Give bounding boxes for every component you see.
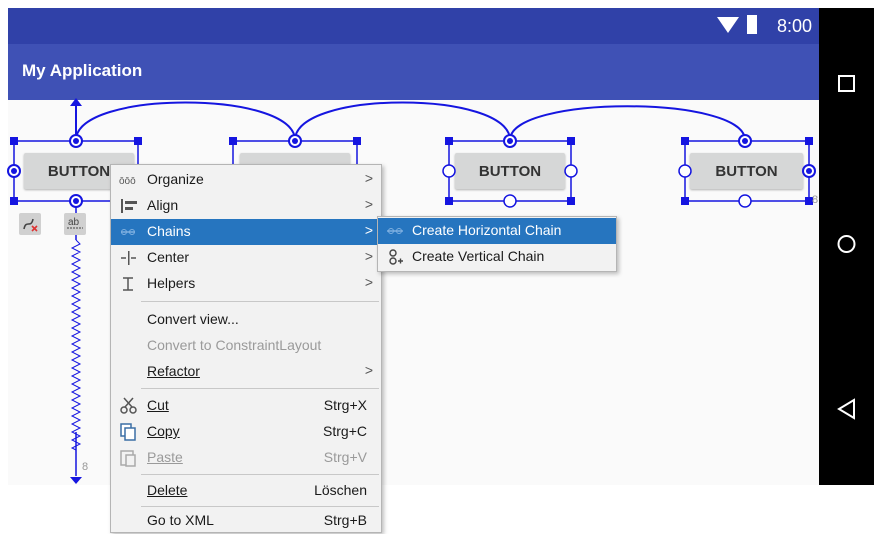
menu-separator [141,388,379,389]
chevron-right-icon: > [364,362,373,378]
selection-box [448,140,572,202]
menu-item-organize[interactable]: ōōō Organize > [111,167,381,193]
menu-item-refactor[interactable]: Refactor > [111,359,381,385]
helpers-icon [123,277,133,291]
menu-item-create-vertical-chain[interactable]: Create Vertical Chain [378,244,616,270]
arrow-up-icon [70,98,82,106]
chains-submenu: Create Horizontal Chain Create Vertical … [377,216,617,272]
copy-icon [120,423,136,441]
menu-item-convert-view[interactable]: Convert view... [111,307,381,333]
cut-icon [120,397,137,414]
recents-icon[interactable] [838,75,855,92]
menu-item-helpers[interactable]: Helpers > [111,271,381,297]
chain-link [294,101,511,141]
spring-constraint [70,239,82,451]
menu-item-paste: Paste Strg+V [111,445,381,471]
chevron-right-icon: > [364,170,373,186]
clear-constraints-button[interactable] [19,213,41,235]
baseline-button[interactable]: ab [64,213,86,235]
menu-item-align[interactable]: Align > [111,193,381,219]
chevron-right-icon: > [364,222,373,238]
organize-icon: ōōō [119,176,136,187]
menu-separator [141,506,379,507]
margin-label-right: 8 [812,194,818,206]
context-menu: ōōō Organize > Align > Chains > Center >… [110,164,382,533]
menu-item-delete[interactable]: Delete Löschen [111,478,381,504]
menu-separator [141,301,379,302]
chains-icon [121,229,135,235]
paste-icon [120,450,136,467]
svg-text:ōōō: ōōō [119,176,136,187]
chain-link [75,101,296,141]
menu-item-center[interactable]: Center > [111,245,381,271]
chevron-right-icon: > [364,248,373,264]
menu-item-chains[interactable]: Chains > [111,219,381,245]
menu-item-convert-constraintlayout: Convert to ConstraintLayout [147,337,322,353]
baseline-icon: ab [67,217,83,229]
menu-item-create-horizontal-chain[interactable]: Create Horizontal Chain [378,218,616,244]
horizontal-chain-icon [387,228,403,234]
chain-link [509,105,746,141]
center-icon [121,251,136,265]
arrow-down-icon [70,477,82,484]
back-icon[interactable] [837,398,855,420]
menu-separator [141,474,379,475]
align-icon [121,199,137,213]
margin-label-bottom: 8 [82,461,88,473]
clear-constraints-icon [23,218,38,232]
menu-item-cut[interactable]: Cut Strg+X [111,393,381,419]
chevron-right-icon: > [364,196,373,212]
menu-item-copy[interactable]: Copy Strg+C [111,419,381,445]
selection-box [684,140,810,202]
vertical-chain-icon [389,249,403,265]
menu-item-go-to-xml[interactable]: Go to XML Strg+B [111,508,381,534]
nav-icons [837,75,856,420]
svg-text:ab: ab [68,217,80,228]
home-icon[interactable] [837,235,856,253]
chevron-right-icon: > [364,274,373,290]
